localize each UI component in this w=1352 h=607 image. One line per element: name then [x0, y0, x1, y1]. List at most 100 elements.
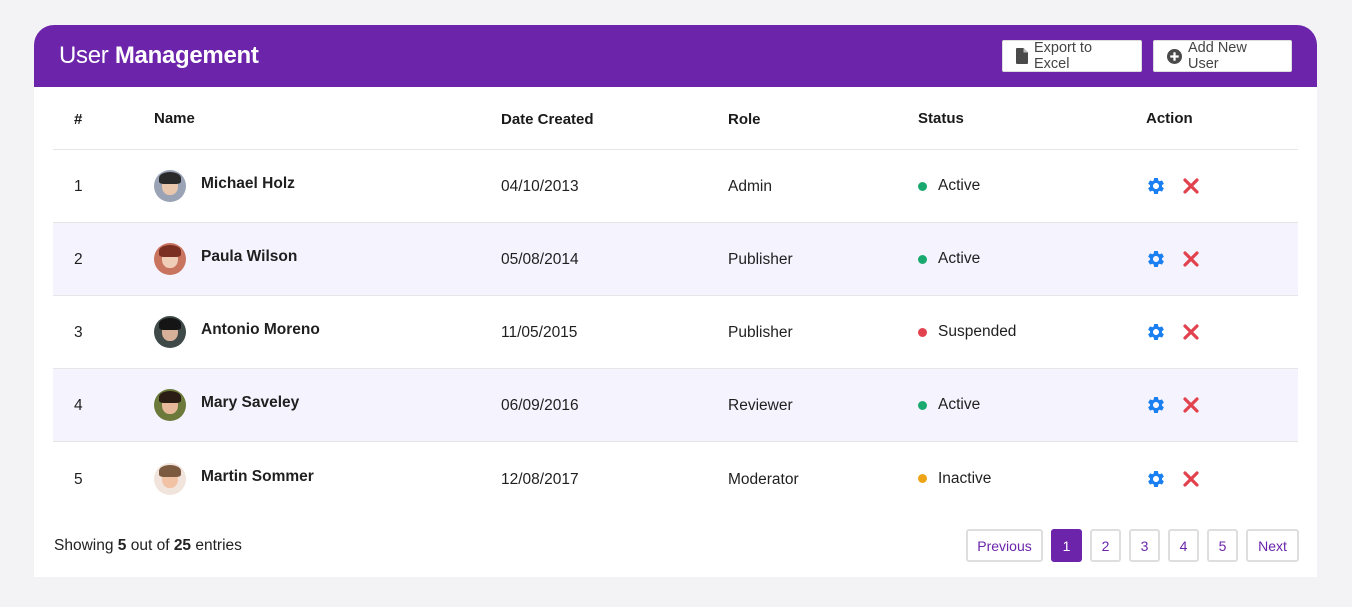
- column-header-role: Role: [728, 110, 761, 128]
- user-role: Reviewer: [728, 397, 793, 414]
- title-part-management: Management: [114, 42, 259, 69]
- page-button-2[interactable]: 2: [1090, 529, 1121, 562]
- row-number: 5: [74, 470, 83, 488]
- status-text: Inactive: [938, 469, 992, 487]
- user-role: Moderator: [728, 470, 799, 488]
- gear-icon[interactable]: [1146, 322, 1166, 342]
- status-text: Active: [938, 177, 981, 194]
- column-header-date-created: Date Created: [501, 110, 594, 128]
- avatar: [154, 170, 186, 202]
- close-icon[interactable]: [1182, 396, 1200, 414]
- add-user-label: Add New User: [1188, 40, 1247, 72]
- status-dot: [918, 400, 927, 410]
- status-text: Suspended: [938, 323, 1017, 340]
- previous-page-button[interactable]: Previous: [966, 529, 1043, 562]
- showing-prefix: Showing: [54, 536, 114, 554]
- status-text: Active: [938, 396, 981, 413]
- table-row: 5 Martin Sommer 12/08/2017 Moderator Inactiv…: [53, 442, 1298, 515]
- user-management-card: User Management Export to Excel Add New …: [34, 25, 1317, 577]
- user-cell: Antonio Moreno: [154, 316, 501, 348]
- next-page-button[interactable]: Next: [1246, 529, 1299, 562]
- status-dot: [918, 327, 927, 337]
- page-button-4[interactable]: 4: [1168, 529, 1199, 562]
- status-cell: Active: [918, 396, 1146, 414]
- user-name[interactable]: Paula Wilson: [201, 248, 297, 266]
- table-body: 1 Michael Holz 04/10/2013 Admin Active 2 Paula…: [53, 150, 1298, 515]
- date-created: 05/08/2014: [501, 251, 579, 268]
- export-to-excel-button[interactable]: Export to Excel: [1002, 40, 1142, 72]
- row-number: 1: [74, 178, 83, 195]
- table-row: 2 Paula Wilson 05/08/2014 Publisher Active: [53, 223, 1298, 296]
- status-cell: Active: [918, 177, 1146, 195]
- user-name[interactable]: Mary Saveley: [201, 394, 299, 412]
- user-name[interactable]: Martin Sommer: [201, 468, 314, 486]
- user-role: Publisher: [728, 251, 793, 268]
- action-cell: [1146, 469, 1298, 489]
- user-cell: Mary Saveley: [154, 389, 501, 421]
- avatar-hair: [159, 464, 181, 477]
- column-header-name: Name: [154, 109, 195, 127]
- status-cell: Suspended: [918, 323, 1146, 341]
- avatar: [154, 389, 186, 421]
- title-part-user: User: [59, 42, 109, 69]
- table-footer: Showing 5 out of 25 entries Previous 1 2…: [54, 529, 1299, 562]
- user-role: Publisher: [728, 324, 793, 341]
- header-actions: Export to Excel Add New User: [1002, 40, 1292, 72]
- users-table: # Name Date Created Role Status Action 1…: [53, 87, 1298, 515]
- shown-count: 5: [117, 536, 127, 554]
- avatar: [154, 462, 186, 495]
- table-row: 1 Michael Holz 04/10/2013 Admin Active: [53, 150, 1298, 223]
- showing-suffix: entries: [195, 536, 242, 554]
- column-header-status: Status: [918, 109, 964, 127]
- gear-icon[interactable]: [1146, 469, 1166, 489]
- page-button-3[interactable]: 3: [1129, 529, 1160, 562]
- card-header: User Management Export to Excel Add New …: [34, 25, 1317, 87]
- gear-icon[interactable]: [1146, 249, 1166, 269]
- date-created: 11/05/2015: [501, 324, 578, 341]
- status-cell: Active: [918, 250, 1146, 268]
- action-cell: [1146, 176, 1298, 196]
- plus-circle-icon: [1167, 48, 1182, 64]
- action-cell: [1146, 395, 1298, 415]
- status-cell: Inactive: [918, 470, 1146, 488]
- action-cell: [1146, 249, 1298, 269]
- row-number: 2: [74, 251, 83, 268]
- close-icon[interactable]: [1182, 323, 1200, 341]
- gear-icon[interactable]: [1146, 176, 1166, 196]
- status-text: Active: [938, 250, 981, 267]
- row-number: 4: [74, 397, 83, 414]
- avatar: [154, 316, 186, 348]
- avatar-hair: [159, 172, 181, 184]
- action-cell: [1146, 322, 1298, 342]
- table-row: 4 Mary Saveley 06/09/2016 Reviewer Active: [53, 369, 1298, 442]
- table-row: 3 Antonio Moreno 11/05/2015 Publisher Suspen…: [53, 296, 1298, 369]
- close-icon[interactable]: [1182, 250, 1200, 268]
- user-role: Admin: [728, 178, 772, 195]
- page-button-5[interactable]: 5: [1207, 529, 1238, 562]
- gear-icon[interactable]: [1146, 395, 1166, 415]
- entries-summary: Showing 5 out of 25 entries: [54, 537, 242, 555]
- date-created: 06/09/2016: [501, 397, 579, 414]
- user-cell: Martin Sommer: [154, 462, 501, 495]
- file-icon: [1016, 48, 1028, 64]
- close-icon[interactable]: [1182, 470, 1200, 488]
- export-label: Export to Excel: [1034, 40, 1093, 72]
- total-count: 25: [173, 536, 192, 554]
- user-cell: Michael Holz: [154, 170, 501, 202]
- status-dot: [918, 474, 927, 483]
- column-header-action: Action: [1146, 109, 1193, 127]
- date-created: 04/10/2013: [501, 178, 579, 195]
- add-new-user-button[interactable]: Add New User: [1153, 40, 1292, 72]
- date-created: 12/08/2017: [501, 470, 579, 488]
- page-button-1[interactable]: 1: [1051, 529, 1082, 562]
- avatar-hair: [159, 245, 181, 257]
- table-header-row: # Name Date Created Role Status Action: [53, 87, 1298, 150]
- avatar-hair: [159, 391, 181, 403]
- user-name[interactable]: Antonio Moreno: [201, 321, 320, 339]
- column-header-number: #: [74, 110, 83, 128]
- close-icon[interactable]: [1182, 177, 1200, 195]
- user-cell: Paula Wilson: [154, 243, 501, 275]
- avatar: [154, 243, 186, 275]
- user-name[interactable]: Michael Holz: [201, 175, 295, 193]
- status-dot: [918, 254, 927, 264]
